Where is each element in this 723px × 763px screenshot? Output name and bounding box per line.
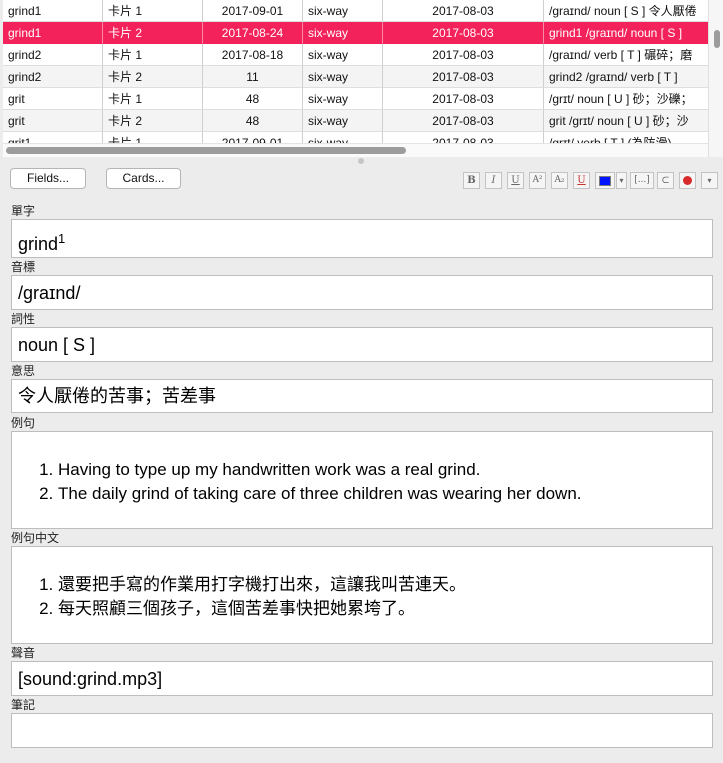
italic-button[interactable]: I [485,172,502,189]
table-cell-preview: /ɡrɪt/ verb [ T ] (為防滑) [544,132,708,143]
table-cell-created: 2017-08-03 [383,88,544,110]
table-row[interactable]: grit 卡片 1 48 six-way 2017-08-03/ɡrɪt/ noun [… [3,88,708,110]
text-color-button[interactable] [595,172,615,189]
table-cell-due: 48 [203,88,303,110]
record-dot [683,176,692,185]
table-row[interactable]: grind2 卡片 2 11 six-way 2017-08-03 grind2 /gra… [3,66,708,88]
table-row[interactable]: grit1 卡片 1 2017-09-01 six-way 2017-08-03/ɡrɪ… [3,132,708,143]
table-cell-created: 2017-08-03 [383,110,544,132]
bold-button[interactable]: B [463,172,480,189]
table-cell-deck: six-way [303,44,383,66]
table-cell-due: 2017-08-18 [203,44,303,66]
table-cell-preview: /ɡrɪt/ noun [ U ] 砂；沙礫； [544,88,708,110]
table-cell-due: 2017-09-01 [203,0,303,22]
field-label-word: 單字 [11,204,36,218]
table-cell-created: 2017-08-03 [383,132,544,143]
field-label-examples-zh: 例句中文 [11,531,60,545]
field-label-sound: 聲音 [11,646,36,660]
example-item: Having to type up my handwritten work wa… [58,458,712,482]
table-row[interactable]: grind2 卡片 1 2017-08-18 six-way 2017-08-03/gr… [3,44,708,66]
table-cell-created: 2017-08-03 [383,66,544,88]
word-field[interactable]: grind1 [11,219,713,258]
table-cell-card: 卡片 2 [103,22,203,44]
table-cell-card: 卡片 1 [103,88,203,110]
clear-format-button[interactable]: U [573,172,590,189]
table-cell-created: 2017-08-03 [383,22,544,44]
example-item: The daily grind of taking care of three … [58,482,712,506]
field-label-notes: 筆記 [11,698,36,712]
table-cell-card: 卡片 1 [103,0,203,22]
table-cell-word: grit [3,110,103,132]
field-label-examples: 例句 [11,416,36,430]
table-cell-due: 2017-08-24 [203,22,303,44]
table-cell-deck: six-way [303,132,383,143]
pane-splitter-handle[interactable] [358,158,364,164]
color-swatch [599,176,611,186]
table-cell-card: 卡片 1 [103,132,203,143]
more-options-icon[interactable]: ▾ [701,172,718,189]
table-cell-preview: /graɪnd/ noun [ S ] 令人厭倦 [544,0,708,22]
table-cell-preview: grind2 /graɪnd/ verb [ T ] [544,66,708,88]
examples-zh-list: 還要把手寫的作業用打字機打出來，這讓我叫苦連天。 每天照顧三個孩子，這個苦差事快… [58,571,712,621]
cards-table[interactable]: grind1 卡片 1 2017-09-01 six-way 2017-08-03/gr… [3,0,708,143]
table-cell-deck: six-way [303,22,383,44]
horizontal-scroll-thumb[interactable] [6,147,406,154]
example-zh-item: 還要把手寫的作業用打字機打出來，這讓我叫苦連天。 [58,573,712,597]
notes-field[interactable] [11,713,713,748]
examples-list: Having to type up my handwritten work wa… [58,456,712,506]
table-vertical-scrollbar[interactable] [708,0,723,157]
field-label-phonetic: 音標 [11,260,36,274]
table-cell-created: 2017-08-03 [383,44,544,66]
cards-button[interactable]: Cards... [106,168,181,189]
table-cell-deck: six-way [303,88,383,110]
vertical-scroll-thumb[interactable] [714,30,720,48]
paperclip-icon[interactable]: ⊂ [657,172,674,189]
table-cell-card: 卡片 1 [103,44,203,66]
table-cell-preview: grit /ɡrɪt/ noun [ U ] 砂；沙 [544,110,708,132]
table-cell-due: 2017-09-01 [203,132,303,143]
table-cell-deck: six-way [303,66,383,88]
phonetic-field[interactable]: /graɪnd/ [11,275,713,310]
table-cell-word: grit [3,88,103,110]
cloze-button[interactable]: [...] [630,172,654,189]
table-cell-card: 卡片 2 [103,110,203,132]
examples-zh-field[interactable]: 還要把手寫的作業用打字機打出來，這讓我叫苦連天。 每天照顧三個孩子，這個苦差事快… [11,546,713,644]
table-cell-deck: six-way [303,0,383,22]
field-label-pos: 詞性 [11,312,36,326]
table-horizontal-scrollbar[interactable] [3,143,708,157]
fields-button[interactable]: Fields... [10,168,86,189]
subscript-button[interactable]: A₂ [551,172,568,189]
table-cell-word: grind1 [3,0,103,22]
table-cell-word: grind1 [3,22,103,44]
record-icon[interactable] [679,172,696,189]
table-cell-deck: six-way [303,110,383,132]
examples-field[interactable]: Having to type up my handwritten work wa… [11,431,713,529]
table-cell-card: 卡片 2 [103,66,203,88]
table-cell-due: 11 [203,66,303,88]
table-cell-preview: grind1 /graɪnd/ noun [ S ] [544,22,708,44]
table-row[interactable]: grit 卡片 2 48 six-way 2017-08-03 grit /ɡrɪt/ n… [3,110,708,132]
table-cell-preview: /graɪnd/ verb [ T ] 碾碎；磨 [544,44,708,66]
field-label-meaning: 意思 [11,364,36,378]
table-cell-word: grind2 [3,44,103,66]
color-dropdown-button[interactable]: ▾ [616,172,627,189]
word-value: grind [18,234,59,254]
table-cell-due: 48 [203,110,303,132]
table-cell-created: 2017-08-03 [383,0,544,22]
table-cell-word: grit1 [3,132,103,143]
pos-field[interactable]: noun [ S ] [11,327,713,362]
example-zh-item: 每天照顧三個孩子，這個苦差事快把她累垮了。 [58,597,712,621]
word-superscript: 1 [58,231,66,246]
underline-button[interactable]: U [507,172,524,189]
superscript-button[interactable]: A² [529,172,546,189]
table-cell-word: grind2 [3,66,103,88]
table-row[interactable]: grind1 卡片 1 2017-09-01 six-way 2017-08-03/gr… [3,0,708,22]
meaning-field[interactable]: 令人厭倦的苦事；苦差事 [11,379,713,413]
sound-field[interactable]: [sound:grind.mp3] [11,661,713,696]
table-row-selected[interactable]: grind1 卡片 2 2017-08-24 six-way 2017-08-03 gri… [3,22,708,44]
